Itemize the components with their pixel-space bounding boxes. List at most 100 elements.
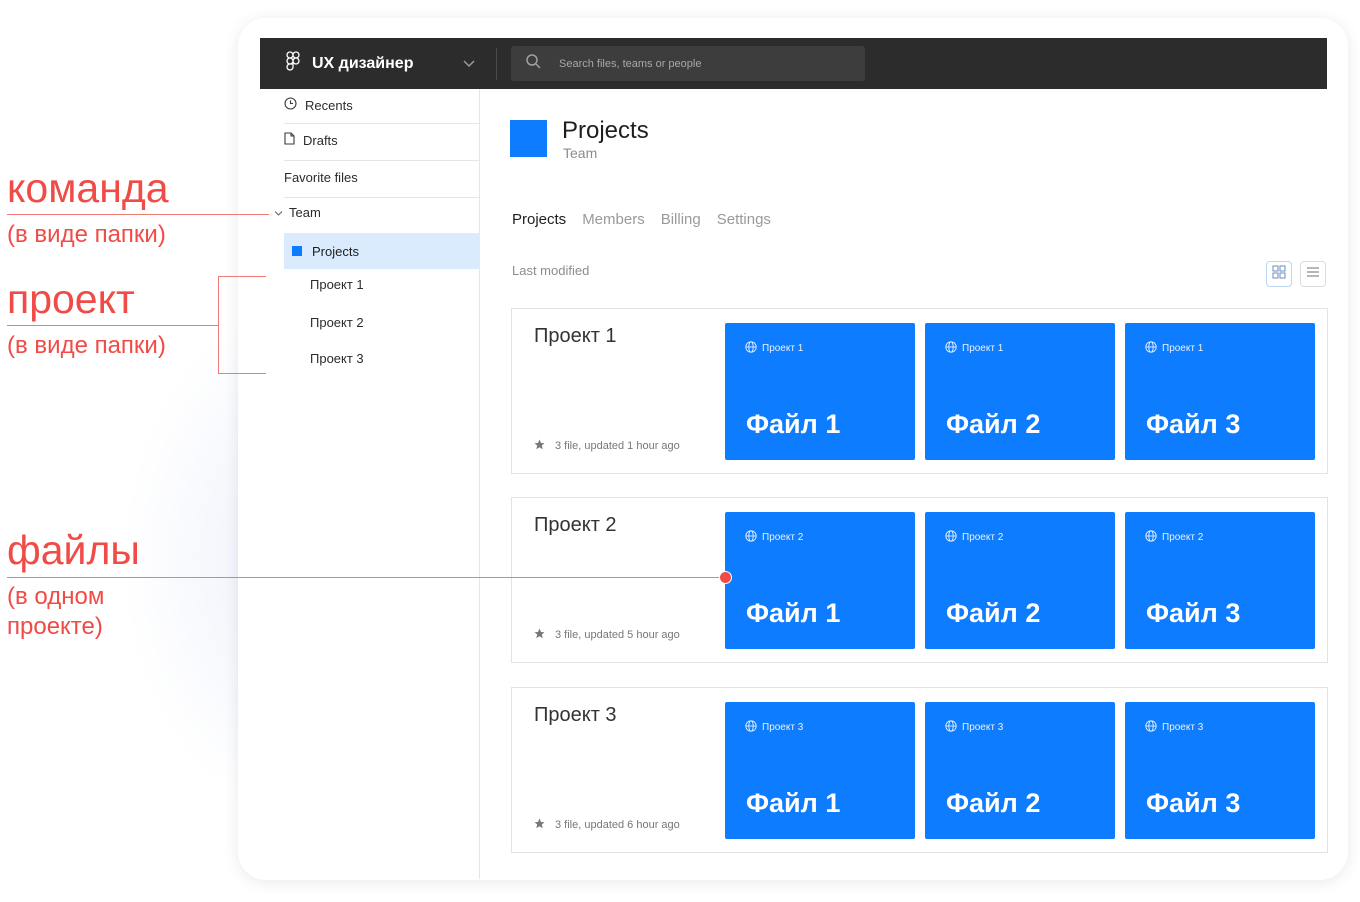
annotation-files-title: файлы <box>7 527 140 573</box>
tab-bar: Projects Members Billing Settings <box>512 211 771 228</box>
tab-billing[interactable]: Billing <box>661 211 701 228</box>
file-tile-header: Проект 3 <box>745 720 803 735</box>
sidebar-item-label: Projects <box>312 243 359 259</box>
sidebar-item-project[interactable]: Проект 3 <box>310 351 364 366</box>
annotation-project-note: (в виде папки) <box>7 332 166 359</box>
grid-icon <box>1272 265 1286 284</box>
file-tile-header: Проект 2 <box>945 530 1003 545</box>
sidebar-item-label: Favorite files <box>284 170 358 185</box>
search-box[interactable] <box>511 46 865 81</box>
chevron-down-icon[interactable] <box>462 56 476 74</box>
project-square-icon <box>292 246 302 256</box>
sidebar-divider <box>284 197 480 198</box>
file-icon <box>284 132 295 148</box>
tab-projects[interactable]: Projects <box>512 211 566 228</box>
file-tile-header: Проект 1 <box>745 341 803 356</box>
list-view-button[interactable] <box>1300 261 1326 287</box>
sidebar-item-drafts[interactable]: Drafts <box>284 132 338 148</box>
globe-icon <box>945 530 957 545</box>
project-card[interactable]: Проект 1 3 file, updated 1 hour ago Прое… <box>511 308 1328 474</box>
main-content: Projects Team Projects Members Billing S… <box>480 89 1328 879</box>
file-project-label: Проект 3 <box>1162 722 1204 733</box>
file-name: Файл 1 <box>746 409 841 439</box>
annotation-team-title: команда <box>7 165 169 211</box>
sidebar-divider <box>284 160 480 161</box>
sidebar-item-label: Drafts <box>303 132 338 148</box>
globe-icon <box>745 530 757 545</box>
globe-icon <box>1145 341 1157 356</box>
project-meta-text: 3 file, updated 6 hour ago <box>555 819 680 831</box>
star-icon[interactable] <box>534 818 545 832</box>
annotation-project-title: проект <box>7 276 135 322</box>
search-icon <box>525 53 541 74</box>
sidebar-item-label: Recents <box>305 97 353 113</box>
globe-icon <box>745 341 757 356</box>
page-title: Projects <box>562 117 649 144</box>
file-thumbnail[interactable]: Проект 3 Файл 2 <box>925 702 1115 839</box>
star-icon[interactable] <box>534 628 545 642</box>
file-tile-header: Проект 3 <box>1145 720 1203 735</box>
annotation-files-note-1: (в одном <box>7 583 105 610</box>
project-card[interactable]: Проект 2 3 file, updated 5 hour ago Прое… <box>511 497 1328 663</box>
sidebar-divider <box>284 123 480 124</box>
file-name: Файл 2 <box>946 598 1041 628</box>
file-thumbnail[interactable]: Проект 3 Файл 3 <box>1125 702 1315 839</box>
sidebar-item-projects[interactable]: Projects <box>284 233 480 269</box>
sidebar-item-project[interactable]: Проект 1 <box>310 277 364 292</box>
top-bar: UX дизайнер <box>260 38 1327 89</box>
file-name: Файл 1 <box>746 598 841 628</box>
project-name: Проект 2 <box>534 514 617 536</box>
file-thumbnail[interactable]: Проект 1 Файл 3 <box>1125 323 1315 460</box>
file-project-label: Проект 3 <box>762 722 804 733</box>
sidebar-item-label: Team <box>289 205 321 220</box>
grid-view-button[interactable] <box>1266 261 1292 287</box>
project-meta-text: 3 file, updated 5 hour ago <box>555 629 680 641</box>
tab-settings[interactable]: Settings <box>717 211 771 228</box>
file-thumbnail[interactable]: Проект 2 Файл 3 <box>1125 512 1315 649</box>
file-project-label: Проект 1 <box>962 343 1004 354</box>
sort-dropdown[interactable]: Last modified <box>512 263 589 278</box>
file-tile-header: Проект 1 <box>1145 341 1203 356</box>
topbar-divider <box>496 47 497 80</box>
file-name: Файл 2 <box>946 409 1041 439</box>
app-window: UX дизайнер Recents Drafts <box>238 18 1348 880</box>
file-tile-header: Проект 1 <box>945 341 1003 356</box>
annotation-project-bracket <box>218 276 266 374</box>
file-project-label: Проект 2 <box>1162 532 1204 543</box>
project-meta: 3 file, updated 6 hour ago <box>534 818 680 832</box>
annotation-team-note: (в виде папки) <box>7 221 166 248</box>
file-project-label: Проект 1 <box>762 343 804 354</box>
sidebar-item-favorites[interactable]: Favorite files <box>284 170 358 185</box>
project-card[interactable]: Проект 3 3 file, updated 6 hour ago Прое… <box>511 687 1328 853</box>
sidebar-item-recents[interactable]: Recents <box>284 97 353 113</box>
chevron-down-icon <box>274 205 283 220</box>
sidebar-item-project[interactable]: Проект 2 <box>310 315 364 330</box>
sidebar: Recents Drafts Favorite files Team Proje… <box>260 89 480 879</box>
annotation-files-line <box>7 577 725 578</box>
annotation-project-line <box>7 325 218 326</box>
team-switcher[interactable]: UX дизайнер <box>260 38 496 89</box>
file-thumbnail[interactable]: Проект 3 Файл 1 <box>725 702 915 839</box>
file-project-label: Проект 2 <box>962 532 1004 543</box>
star-icon[interactable] <box>534 439 545 453</box>
file-project-label: Проект 1 <box>1162 343 1204 354</box>
tab-members[interactable]: Members <box>582 211 645 228</box>
annotation-team-line <box>7 214 269 215</box>
file-project-label: Проект 2 <box>762 532 804 543</box>
sidebar-item-team[interactable]: Team <box>274 205 321 220</box>
project-meta: 3 file, updated 5 hour ago <box>534 628 680 642</box>
file-name: Файл 1 <box>746 788 841 818</box>
file-thumbnail[interactable]: Проект 2 Файл 1 <box>725 512 915 649</box>
figma-logo-icon <box>286 51 300 76</box>
annotation-files-note-2: проекте) <box>7 613 103 640</box>
file-thumbnail[interactable]: Проект 2 Файл 2 <box>925 512 1115 649</box>
file-thumbnail[interactable]: Проект 1 Файл 1 <box>725 323 915 460</box>
team-name: UX дизайнер <box>312 54 414 72</box>
globe-icon <box>945 720 957 735</box>
search-input[interactable] <box>559 57 839 70</box>
globe-icon <box>1145 530 1157 545</box>
file-name: Файл 3 <box>1146 598 1241 628</box>
file-thumbnail[interactable]: Проект 1 Файл 2 <box>925 323 1115 460</box>
project-meta-text: 3 file, updated 1 hour ago <box>555 440 680 452</box>
file-tile-header: Проект 2 <box>745 530 803 545</box>
